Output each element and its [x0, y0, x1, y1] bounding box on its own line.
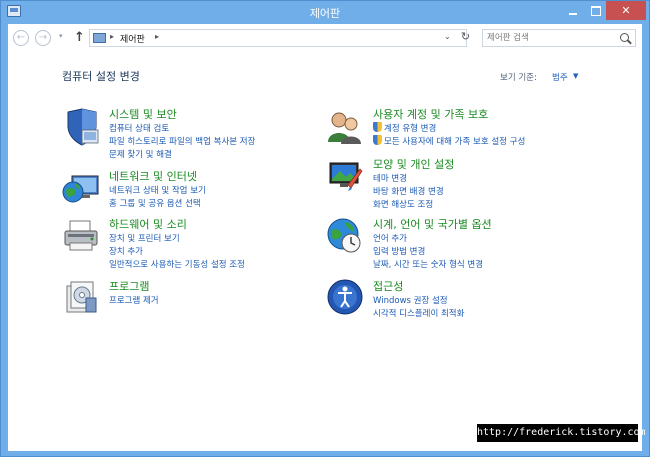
link-homegroup-sharing[interactable]: 홈 그룹 및 공유 옵션 선택 — [109, 197, 201, 209]
category-title-appearance[interactable]: 모양 및 개인 설정 — [373, 156, 454, 172]
link-text[interactable]: 모든 사용자에 대해 가족 보호 설정 구성 — [384, 137, 525, 147]
link-file-history-backup[interactable]: 파일 히스토리로 파일의 백업 복사본 저장 — [109, 135, 255, 147]
close-button[interactable]: ✕ — [606, 1, 646, 20]
category-title-user-accounts[interactable]: 사용자 계정 및 가족 보호 — [373, 106, 488, 122]
category-title-ease-of-access[interactable]: 접근성 — [373, 278, 403, 294]
link-windows-recommended[interactable]: Windows 권장 설정 — [373, 294, 448, 306]
programs-icon[interactable] — [62, 278, 100, 316]
view-by-dropdown[interactable]: 범주 — [552, 71, 568, 83]
category-title-programs[interactable]: 프로그램 — [109, 278, 149, 294]
shield-system-icon[interactable] — [62, 108, 100, 146]
link-add-language[interactable]: 언어 추가 — [373, 232, 407, 244]
link-date-time-format[interactable]: 날짜, 시간 또는 숫자 형식 변경 — [373, 258, 483, 270]
breadcrumb-separator-icon[interactable]: ▸ — [155, 32, 159, 41]
category-title-system-security[interactable]: 시스템 및 보안 — [109, 106, 177, 122]
category-title-clock-language[interactable]: 시계, 언어 및 국가별 옵션 — [373, 216, 492, 232]
search-box[interactable] — [482, 29, 636, 47]
back-arrow-icon: ← — [16, 32, 26, 43]
page-title: 컴퓨터 설정 변경 — [62, 70, 140, 83]
view-by-label: 보기 기준: — [500, 73, 537, 83]
refresh-button[interactable]: ↻ — [458, 30, 473, 46]
category-title-hardware-sound[interactable]: 하드웨어 및 소리 — [109, 216, 187, 232]
content-area: ← → ▾ ↑ ▸ 제어판 ▸ ⌄ ↻ 컴퓨터 설정 변경 보기 기준: 범주 … — [8, 24, 646, 451]
link-change-background[interactable]: 바탕 화면 배경 변경 — [373, 185, 444, 197]
link-text[interactable]: 계정 유형 변경 — [384, 124, 436, 134]
breadcrumb-control-panel[interactable]: 제어판 — [120, 32, 145, 45]
title-bar[interactable]: 제어판 ✕ — [1, 1, 649, 24]
watermark-url: http://frederick.tistory.com — [477, 424, 646, 442]
category-title-network-internet[interactable]: 네트워크 및 인터넷 — [109, 168, 197, 184]
control-panel-window: 제어판 ✕ ← → ▾ ↑ ▸ 제어판 ▸ ⌄ ↻ 컴퓨터 설정 변경 보기 기… — [0, 0, 650, 457]
up-button[interactable]: ↑ — [74, 30, 85, 45]
forward-arrow-icon: → — [38, 32, 48, 43]
minimize-button[interactable] — [562, 1, 584, 20]
uac-shield-icon — [373, 135, 382, 145]
ease-of-access-icon[interactable] — [326, 278, 364, 316]
link-add-device[interactable]: 장치 추가 — [109, 245, 143, 257]
link-change-input-method[interactable]: 입력 방법 변경 — [373, 245, 425, 257]
uac-shield-icon — [373, 122, 382, 132]
link-family-safety[interactable]: 모든 사용자에 대해 가족 보호 설정 구성 — [373, 135, 525, 147]
link-find-fix-problems[interactable]: 문제 찾기 및 해결 — [109, 148, 172, 160]
search-icon[interactable] — [620, 33, 629, 42]
link-change-theme[interactable]: 테마 변경 — [373, 172, 407, 184]
control-panel-icon — [93, 33, 106, 43]
search-input[interactable] — [487, 31, 611, 45]
chevron-down-icon[interactable]: ▼ — [573, 72, 578, 80]
link-change-account-type[interactable]: 계정 유형 변경 — [373, 122, 436, 134]
link-review-computer-status[interactable]: 컴퓨터 상태 검토 — [109, 122, 169, 134]
address-dropdown-icon[interactable]: ⌄ — [444, 32, 451, 41]
link-network-status[interactable]: 네트워크 상태 및 작업 보기 — [109, 184, 206, 196]
link-uninstall-program[interactable]: 프로그램 제거 — [109, 294, 159, 306]
user-accounts-icon[interactable] — [326, 108, 364, 146]
clock-globe-icon[interactable] — [326, 217, 364, 255]
address-bar[interactable]: ▸ 제어판 ▸ ⌄ — [89, 29, 467, 47]
network-globe-icon[interactable] — [62, 170, 100, 208]
forward-button[interactable]: → — [35, 30, 51, 46]
link-screen-resolution[interactable]: 화면 해상도 조정 — [373, 198, 433, 210]
navigation-bar: ← → ▾ ↑ ▸ 제어판 ▸ ⌄ ↻ — [8, 24, 642, 52]
printer-hardware-icon[interactable] — [62, 217, 100, 255]
link-devices-printers[interactable]: 장치 및 프린터 보기 — [109, 232, 180, 244]
maximize-button[interactable] — [584, 1, 606, 20]
back-button[interactable]: ← — [13, 30, 29, 46]
link-optimize-display[interactable]: 시각적 디스플레이 최적화 — [373, 307, 464, 319]
recent-locations-button[interactable]: ▾ — [59, 32, 63, 40]
window-title: 제어판 — [309, 7, 341, 20]
link-mobility-settings[interactable]: 일반적으로 사용하는 기동성 설정 조정 — [109, 258, 245, 270]
breadcrumb-separator-icon[interactable]: ▸ — [110, 32, 114, 41]
personalization-icon[interactable] — [326, 157, 364, 195]
